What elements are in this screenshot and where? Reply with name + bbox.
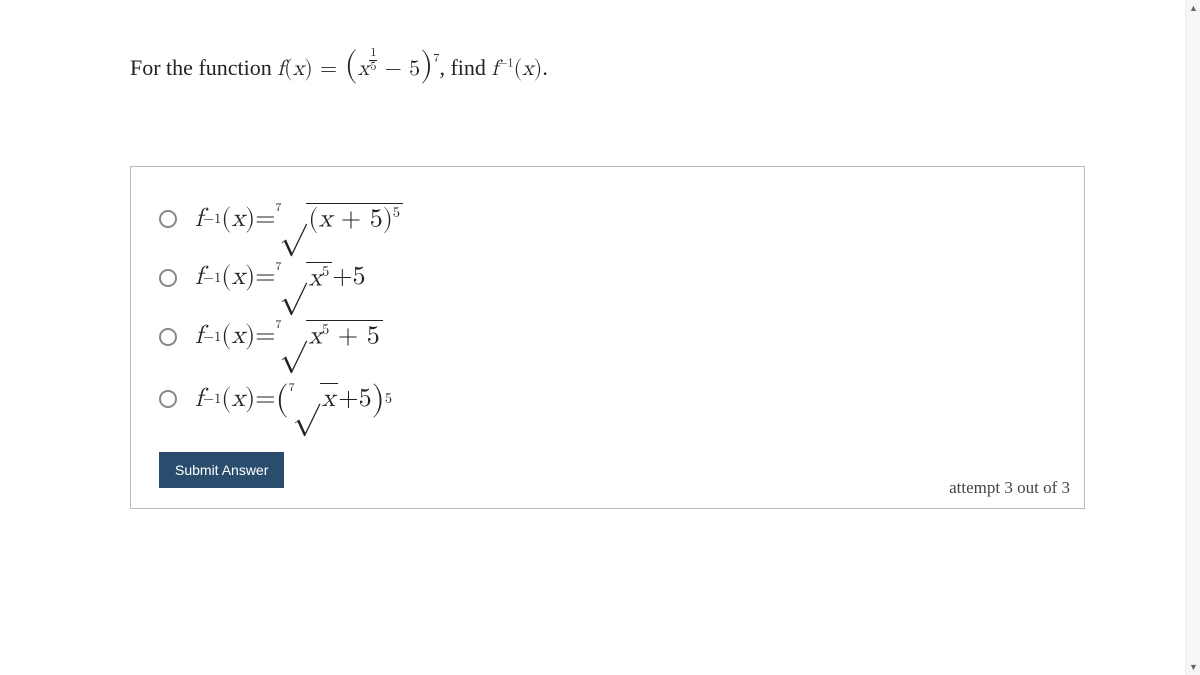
inv-exp: −1	[203, 269, 221, 287]
equals: =	[255, 321, 275, 352]
question-text: For the function f(x) = (x15 − 5)7, find…	[130, 45, 1085, 86]
plus: +	[332, 262, 352, 293]
rparen: )	[245, 321, 255, 352]
var-f: f	[195, 321, 203, 352]
attempt-counter: attempt 3 out of 3	[949, 478, 1070, 498]
radio-icon[interactable]	[159, 390, 177, 408]
five: 5	[359, 384, 372, 415]
lparen: (	[221, 204, 231, 235]
lparen: (	[221, 262, 231, 293]
plus: +	[329, 324, 367, 350]
lparen: (	[221, 384, 231, 415]
option-c-math: f−1(x) = 7√x5 + 5	[195, 320, 383, 353]
var-f: f	[195, 384, 203, 415]
scroll-down-icon[interactable]: ▼	[1186, 659, 1200, 675]
inv-exp: −1	[203, 210, 221, 228]
content-area: For the function f(x) = (x15 − 5)7, find…	[0, 0, 1185, 675]
submit-button[interactable]: Submit Answer	[159, 452, 284, 488]
root: 7√x	[289, 383, 339, 415]
exp: 5	[393, 205, 400, 220]
radicand: x	[320, 383, 339, 415]
var-x: x	[231, 321, 245, 352]
inv-exp: −1	[203, 328, 221, 346]
page: For the function f(x) = (x15 − 5)7, find…	[0, 0, 1200, 675]
radio-icon[interactable]	[159, 269, 177, 287]
period: .	[542, 55, 548, 80]
outer-exp: 5	[385, 390, 392, 408]
surd-icon: √	[293, 383, 320, 411]
big-rparen: )	[372, 379, 385, 420]
radio-icon[interactable]	[159, 328, 177, 346]
lparen: (	[514, 58, 523, 80]
scrollbar[interactable]: ▲ ▼	[1185, 0, 1200, 675]
scroll-up-icon[interactable]: ▲	[1186, 0, 1200, 16]
surd-icon: √	[279, 262, 306, 290]
big-lparen: (	[275, 379, 288, 420]
question-prefix: For the function	[130, 55, 277, 80]
root: 7√(x + 5)5	[275, 203, 403, 236]
surd-icon: √	[279, 203, 306, 231]
radicand: x5 + 5	[306, 320, 382, 353]
minus: −	[377, 58, 409, 80]
var-x: x	[522, 58, 534, 80]
five: 5	[353, 262, 366, 293]
var-x: x	[231, 384, 245, 415]
var-x: x	[231, 262, 245, 293]
rparen: )	[245, 262, 255, 293]
lparen: (	[284, 58, 293, 80]
var-x: x	[322, 386, 336, 412]
five: 5	[370, 207, 383, 233]
exp: 5	[322, 264, 329, 279]
equals: =	[255, 262, 275, 293]
radicand: x5	[306, 262, 332, 295]
var-x: x	[358, 58, 370, 80]
var-f: f	[195, 204, 203, 235]
inv-exp: −1	[498, 58, 513, 70]
find-text: find	[450, 55, 491, 80]
root: 7√x5	[275, 262, 332, 295]
var-f: f	[277, 58, 284, 80]
equals: =	[313, 58, 345, 80]
var-x: x	[231, 204, 245, 235]
radio-icon[interactable]	[159, 210, 177, 228]
plus: +	[332, 207, 370, 233]
rparen: )	[245, 384, 255, 415]
option-d-math: f−1(x) = (7√x + 5)5	[195, 379, 392, 420]
inv-exp: −1	[203, 390, 221, 408]
option-c[interactable]: f−1(x) = 7√x5 + 5	[159, 320, 1056, 353]
var-x: x	[308, 265, 322, 291]
radicand: (x + 5)5	[306, 203, 403, 236]
var-x: x	[308, 324, 322, 350]
comma: ,	[439, 55, 450, 80]
rparen: )	[304, 58, 313, 80]
answers-container: f−1(x) = 7√(x + 5)5 f−1(x) = 7√x5 + 5 f−…	[130, 166, 1085, 509]
var-x: x	[293, 58, 305, 80]
var-f: f	[195, 262, 203, 293]
equals: =	[255, 384, 275, 415]
five: 5	[367, 324, 380, 350]
five: 5	[409, 58, 420, 80]
lparen: (	[308, 207, 318, 233]
rparen: )	[245, 204, 255, 235]
rparen: )	[383, 207, 393, 233]
equals: =	[255, 204, 275, 235]
option-b-math: f−1(x) = 7√x5 + 5	[195, 262, 366, 295]
option-a[interactable]: f−1(x) = 7√(x + 5)5	[159, 203, 1056, 236]
var-x: x	[319, 207, 333, 233]
surd-icon: √	[279, 320, 306, 348]
option-d[interactable]: f−1(x) = (7√x + 5)5	[159, 379, 1056, 420]
plus: +	[338, 384, 358, 415]
option-a-math: f−1(x) = 7√(x + 5)5	[195, 203, 403, 236]
root: 7√x5 + 5	[275, 320, 382, 353]
option-b[interactable]: f−1(x) = 7√x5 + 5	[159, 262, 1056, 295]
big-lparen: (	[344, 48, 357, 82]
lparen: (	[221, 321, 231, 352]
big-rparen: )	[420, 48, 433, 82]
